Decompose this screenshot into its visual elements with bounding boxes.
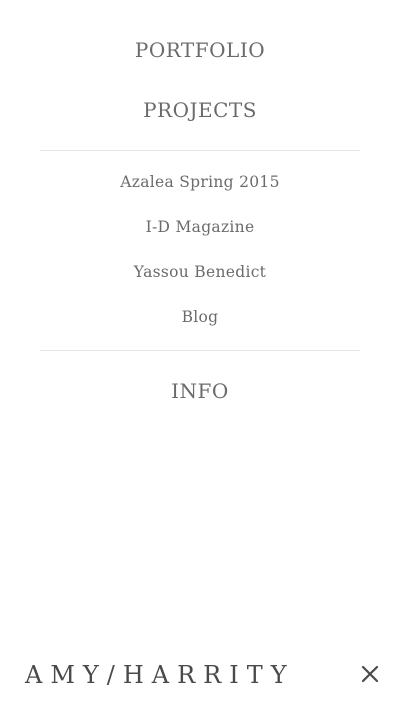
nav-link-blog[interactable]: Blog <box>0 305 400 329</box>
nav-link-projects[interactable]: PROJECTS <box>0 95 400 125</box>
nav-link-portfolio[interactable]: PORTFOLIO <box>0 35 400 65</box>
nav-link-yassou-benedict[interactable]: Yassou Benedict <box>0 260 400 284</box>
close-icon <box>361 665 379 683</box>
nav-link-azalea-spring-2015[interactable]: Azalea Spring 2015 <box>0 170 400 194</box>
close-menu-button[interactable] <box>355 659 385 689</box>
menu-divider-top <box>40 150 360 151</box>
nav-link-info[interactable]: INFO <box>0 376 400 406</box>
nav-link-id-magazine[interactable]: I-D Magazine <box>0 215 400 239</box>
site-logo[interactable]: AMY/HARRITY <box>25 657 295 693</box>
menu-divider-bottom <box>40 350 360 351</box>
